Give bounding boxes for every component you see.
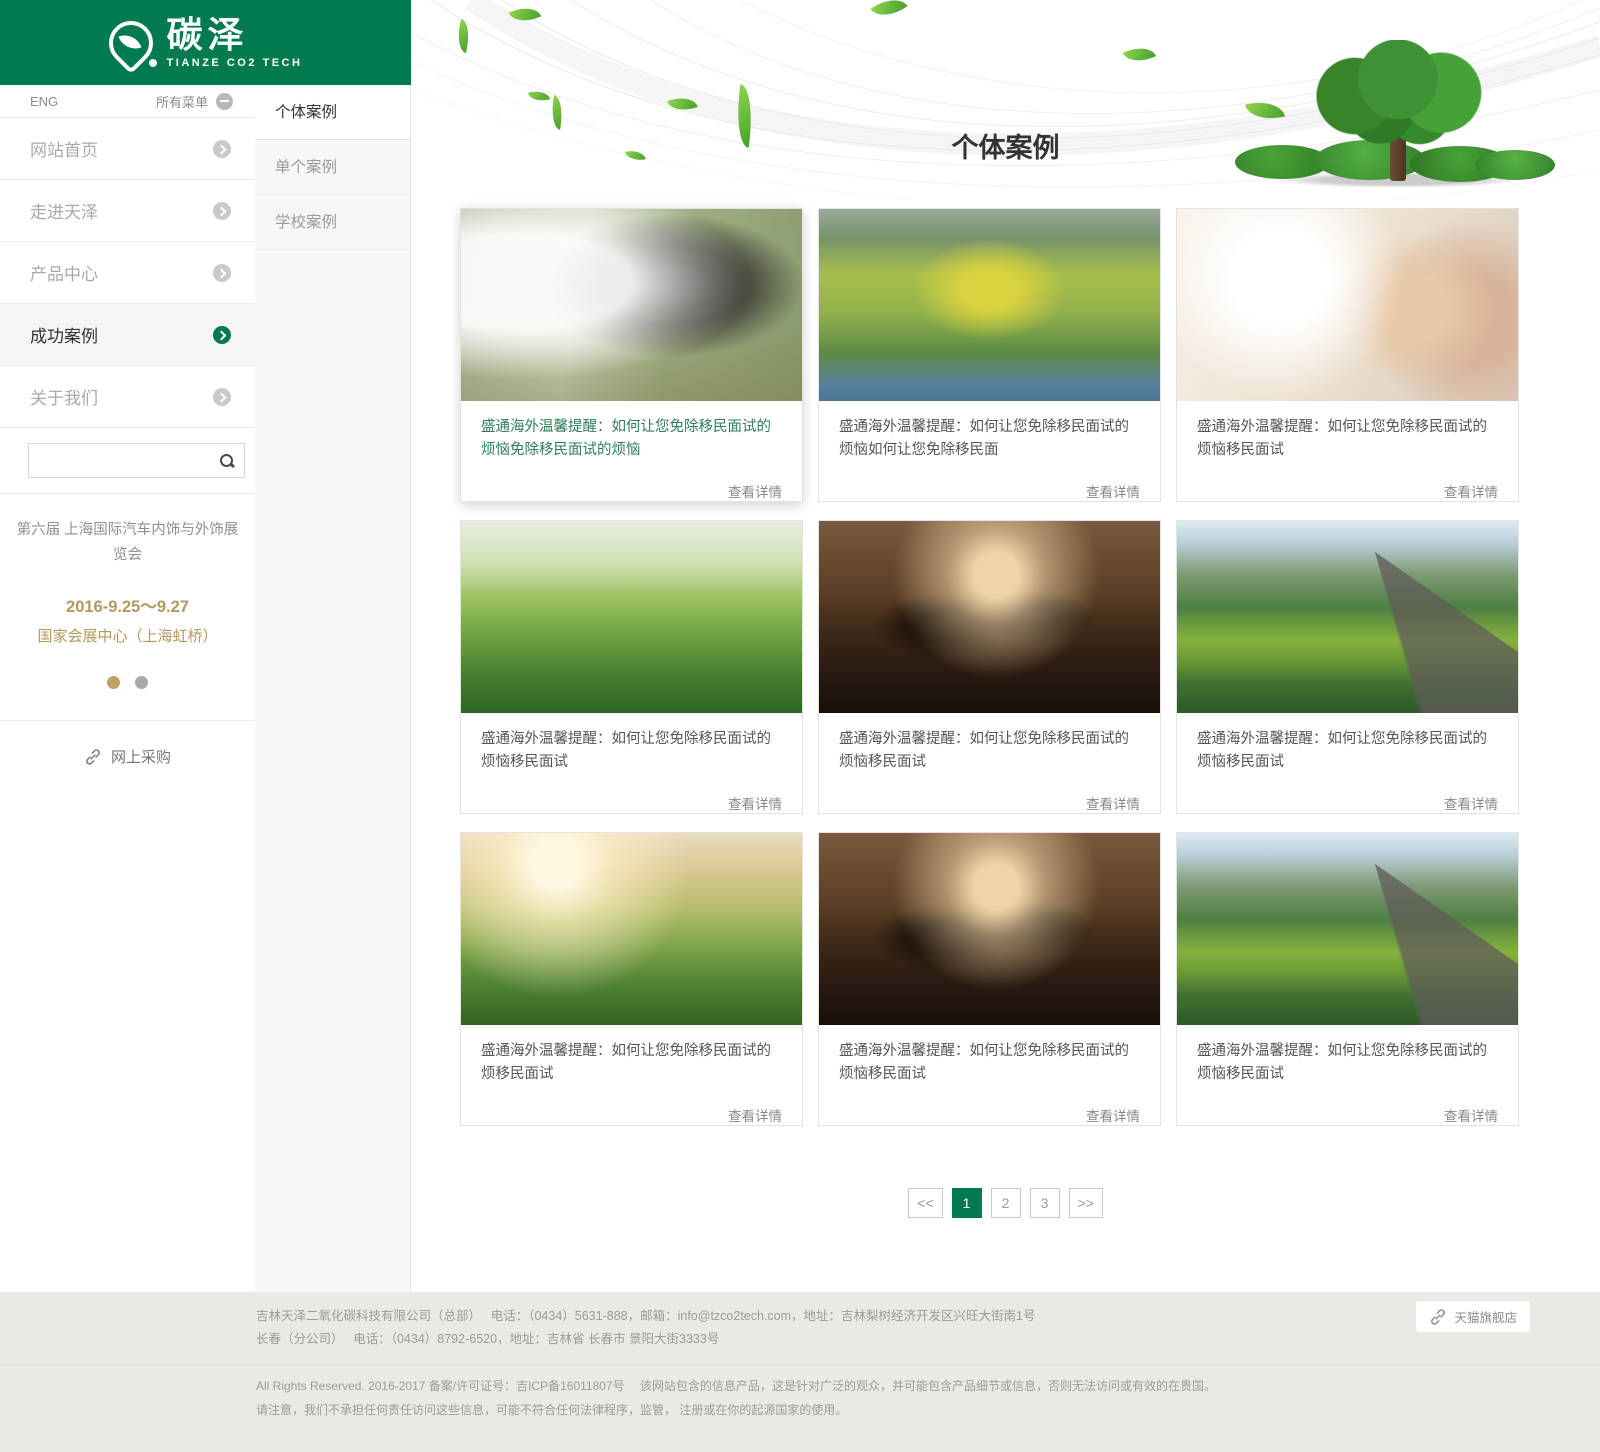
sidebar-item-label: 产品中心 (30, 260, 98, 285)
sidebar-utility-row: ENG 所有菜单 (0, 85, 255, 118)
case-card[interactable]: 盛通海外温馨提醒：如何让您免除移民面试的烦恼移民面试 查看详情 (460, 520, 803, 814)
logo-dot-shape (149, 59, 157, 67)
case-card[interactable]: 盛通海外温馨提醒：如何让您免除移民面试的烦恼移民面试 查看详情 (1176, 208, 1519, 502)
brand-name-cn: 碳泽 (167, 17, 303, 53)
sidebar-item-products[interactable]: 产品中心 (0, 242, 255, 304)
event-venue: 国家会展中心（上海虹桥） (14, 625, 241, 646)
view-details-link[interactable]: 查看详情 (1197, 481, 1498, 501)
sidebar: ENG 所有菜单 网站首页 走进天泽 产品中心 成功案例 关于我们 第六届 上海… (0, 85, 255, 793)
collapse-menu-icon[interactable] (216, 93, 233, 110)
sidebar-item-about-us[interactable]: 关于我们 (0, 366, 255, 428)
pagination: << 1 2 3 >> (411, 1188, 1600, 1218)
view-details-link[interactable]: 查看详情 (481, 481, 782, 501)
footer-company-hq: 吉林天泽二氧化碳科技有限公司（总部） 电话：（0434）5631-888，邮箱：… (256, 1305, 1260, 1328)
case-card-title[interactable]: 盛通海外温馨提醒：如何让您免除移民面试的烦恼移民面试 (1197, 728, 1498, 775)
case-card[interactable]: 盛通海外温馨提醒：如何让您免除移民面试的烦恼免除移民面试的烦恼 查看详情 (460, 208, 803, 502)
brand-header: 碳泽 TIANZE CO2 TECH (0, 0, 411, 85)
event-title: 第六届 上海国际汽车内饰与外饰展览会 (14, 518, 241, 569)
sidebar-item-label: 走进天泽 (30, 198, 98, 223)
view-details-link[interactable]: 查看详情 (839, 793, 1140, 813)
carousel-dots (14, 676, 241, 694)
footer-copyright: All Rights Reserved. 2016-2017 备案/许可证号：吉… (256, 1375, 1420, 1398)
sidebar-item-success-cases[interactable]: 成功案例 (0, 304, 255, 366)
footer-disclaimer: 请注意，我们不承担任何责任访问这些信息，可能不符合任何法律程序，监管， 注册或在… (256, 1399, 1420, 1422)
tmall-store-label: 天猫旗舰店 (1454, 1307, 1517, 1326)
brand-wordmark: 碳泽 TIANZE CO2 TECH (167, 17, 303, 69)
carousel-dot-1[interactable] (107, 676, 120, 689)
case-card-image[interactable] (1177, 833, 1518, 1025)
main-content: 个体案例 盛通海外温馨提醒：如何让您免除移民面试的烦恼免除移民面试的烦恼 查看详… (411, 0, 1600, 1292)
all-menu-label: 所有菜单 (156, 92, 208, 111)
chevron-right-icon (213, 326, 231, 344)
case-card[interactable]: 盛通海外温馨提醒：如何让您免除移民面试的烦恼移民面试 查看详情 (818, 520, 1161, 814)
online-purchase-label: 网上采购 (111, 746, 171, 767)
case-card-image[interactable] (1177, 209, 1518, 401)
view-details-link[interactable]: 查看详情 (839, 481, 1140, 501)
case-card[interactable]: 盛通海外温馨提醒：如何让您免除移民面试的烦恼移民面试 查看详情 (1176, 832, 1519, 1126)
case-card-title[interactable]: 盛通海外温馨提醒：如何让您免除移民面试的烦恼如何让您免除移民面 (839, 416, 1140, 463)
case-card[interactable]: 盛通海外温馨提醒：如何让您免除移民面试的烦移民面试 查看详情 (460, 832, 803, 1126)
sidebar-item-home[interactable]: 网站首页 (0, 118, 255, 180)
case-card-image[interactable] (461, 209, 802, 401)
case-card-title[interactable]: 盛通海外温馨提醒：如何让您免除移民面试的烦恼移民面试 (481, 728, 782, 775)
online-purchase-link[interactable]: 网上采购 (0, 721, 255, 793)
event-date: 2016-9.25～9.27 (14, 593, 241, 617)
view-details-link[interactable]: 查看详情 (481, 793, 782, 813)
brand-name-en: TIANZE CO2 TECH (167, 57, 303, 69)
pagination-page-3[interactable]: 3 (1030, 1188, 1060, 1218)
view-details-link[interactable]: 查看详情 (839, 1105, 1140, 1125)
brand-logo-icon (109, 21, 153, 65)
case-card-image[interactable] (461, 521, 802, 713)
submenu-item-single-cases[interactable]: 单个案例 (255, 140, 410, 195)
case-card-image[interactable] (819, 521, 1160, 713)
sidebar-item-label: 成功案例 (30, 322, 98, 347)
sidebar-item-label: 关于我们 (30, 384, 98, 409)
tmall-store-button[interactable]: 天猫旗舰店 (1416, 1301, 1530, 1332)
view-details-link[interactable]: 查看详情 (481, 1105, 782, 1125)
sidebar-item-about-tianze[interactable]: 走进天泽 (0, 180, 255, 242)
case-card-image[interactable] (461, 833, 802, 1025)
pagination-page-1[interactable]: 1 (952, 1188, 982, 1218)
search-row (0, 428, 255, 494)
page-banner: 个体案例 (411, 0, 1600, 200)
footer-company-branch: 长春（分公司） 电话：（0434）8792-6520，地址：吉林省 长春市 景阳… (256, 1328, 1260, 1351)
chevron-right-icon (213, 264, 231, 282)
tree-decoration (1290, 40, 1505, 190)
case-card-title[interactable]: 盛通海外温馨提醒：如何让您免除移民面试的烦恼移民面试 (1197, 416, 1498, 463)
case-card-title[interactable]: 盛通海外温馨提醒：如何让您免除移民面试的烦恼移民面试 (1197, 1040, 1498, 1087)
chevron-right-icon (213, 140, 231, 158)
page-title: 个体案例 (411, 126, 1600, 165)
chain-link-icon (1429, 1308, 1447, 1326)
pagination-next-button[interactable]: >> (1069, 1188, 1103, 1218)
search-icon[interactable] (219, 453, 235, 469)
case-card-title[interactable]: 盛通海外温馨提醒：如何让您免除移民面试的烦恼免除移民面试的烦恼 (481, 416, 782, 463)
case-card-image[interactable] (1177, 521, 1518, 713)
submenu-item-individual-cases[interactable]: 个体案例 (255, 85, 410, 140)
case-card[interactable]: 盛通海外温馨提醒：如何让您免除移民面试的烦恼移民面试 查看详情 (1176, 520, 1519, 814)
case-card-title[interactable]: 盛通海外温馨提醒：如何让您免除移民面试的烦恼移民面试 (839, 1040, 1140, 1087)
view-details-link[interactable]: 查看详情 (1197, 793, 1498, 813)
event-carousel: 第六届 上海国际汽车内饰与外饰展览会 2016-9.25～9.27 国家会展中心… (0, 494, 255, 721)
submenu: 个体案例 单个案例 学校案例 (255, 85, 411, 1292)
language-switch[interactable]: ENG (30, 94, 58, 109)
carousel-dot-2[interactable] (135, 676, 148, 689)
submenu-item-school-cases[interactable]: 学校案例 (255, 195, 410, 250)
case-card[interactable]: 盛通海外温馨提醒：如何让您免除移民面试的烦恼如何让您免除移民面 查看详情 (818, 208, 1161, 502)
case-card-image[interactable] (819, 209, 1160, 401)
search-input[interactable] (38, 453, 219, 469)
pagination-page-2[interactable]: 2 (991, 1188, 1021, 1218)
case-card[interactable]: 盛通海外温馨提醒：如何让您免除移民面试的烦恼移民面试 查看详情 (818, 832, 1161, 1126)
view-details-link[interactable]: 查看详情 (1197, 1105, 1498, 1125)
page-footer: 吉林天泽二氧化碳科技有限公司（总部） 电话：（0434）5631-888，邮箱：… (0, 1292, 1600, 1452)
case-card-title[interactable]: 盛通海外温馨提醒：如何让您免除移民面试的烦移民面试 (481, 1040, 782, 1087)
chevron-right-icon (213, 388, 231, 406)
case-card-image[interactable] (819, 833, 1160, 1025)
chevron-right-icon (213, 202, 231, 220)
chain-link-icon (84, 748, 102, 766)
case-card-grid: 盛通海外温馨提醒：如何让您免除移民面试的烦恼免除移民面试的烦恼 查看详情 盛通海… (460, 208, 1519, 1126)
pagination-prev-button[interactable]: << (908, 1188, 942, 1218)
search-box (28, 443, 245, 478)
case-card-title[interactable]: 盛通海外温馨提醒：如何让您免除移民面试的烦恼移民面试 (839, 728, 1140, 775)
sidebar-item-label: 网站首页 (30, 136, 98, 161)
